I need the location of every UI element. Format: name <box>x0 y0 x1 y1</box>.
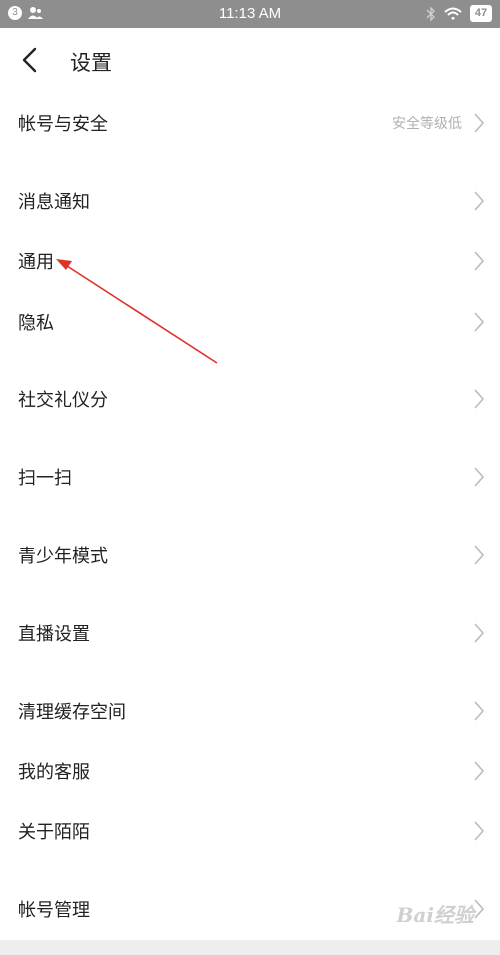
chevron-right-icon <box>474 623 485 643</box>
settings-item-teen-mode[interactable]: 青少年模式 <box>0 527 500 583</box>
settings-item-label: 隐私 <box>18 313 54 334</box>
settings-item-scan[interactable]: 扫一扫 <box>0 449 500 505</box>
battery-icon: 47 <box>470 5 492 22</box>
settings-item-account-security[interactable]: 帐号与安全 安全等级低 <box>0 95 500 151</box>
settings-item-label: 社交礼仪分 <box>18 390 108 411</box>
page-title: 设置 <box>70 51 112 75</box>
status-bar: 3 11:13 AM 47 <box>0 0 500 28</box>
chevron-right-icon <box>474 251 485 271</box>
settings-item-customer-service[interactable]: 我的客服 <box>0 743 500 799</box>
settings-item-label: 帐号与安全 <box>18 114 108 135</box>
settings-item-label: 通用 <box>18 252 54 273</box>
settings-item-label: 消息通知 <box>18 192 90 213</box>
chevron-right-icon <box>474 821 485 841</box>
settings-item-clear-cache[interactable]: 清理缓存空间 <box>0 683 500 739</box>
settings-item-notifications[interactable]: 消息通知 <box>0 173 500 229</box>
settings-item-about[interactable]: 关于陌陌 <box>0 803 500 859</box>
settings-item-label: 扫一扫 <box>18 468 72 489</box>
chevron-right-icon <box>474 761 485 781</box>
chevron-right-icon <box>474 191 485 211</box>
status-time: 11:13 AM <box>218 5 282 22</box>
wifi-icon <box>444 7 462 20</box>
settings-item-general[interactable]: 通用 <box>0 233 500 289</box>
settings-item-live-settings[interactable]: 直播设置 <box>0 605 500 661</box>
chevron-right-icon <box>474 545 485 565</box>
bluetooth-icon <box>426 5 435 22</box>
settings-item-label: 直播设置 <box>18 624 90 645</box>
settings-item-social-etiquette[interactable]: 社交礼仪分 <box>0 371 500 427</box>
settings-item-label: 清理缓存空间 <box>18 702 126 723</box>
back-arrow-icon[interactable] <box>14 44 46 76</box>
security-level-value: 安全等级低 <box>392 116 462 132</box>
settings-item-label: 关于陌陌 <box>18 822 90 843</box>
chevron-right-icon <box>474 899 485 919</box>
settings-item-label: 青少年模式 <box>18 546 108 567</box>
watermark: Bai经验 <box>396 903 474 927</box>
header: 设置 <box>0 28 500 92</box>
chevron-right-icon <box>474 701 485 721</box>
chevron-right-icon <box>474 467 485 487</box>
chevron-right-icon <box>474 113 485 133</box>
chevron-right-icon <box>474 312 485 332</box>
settings-item-label: 帐号管理 <box>18 900 90 921</box>
status-right: 47 <box>426 5 492 22</box>
bottom-strip <box>0 940 500 955</box>
settings-item-privacy[interactable]: 隐私 <box>0 294 500 350</box>
chevron-right-icon <box>474 389 485 409</box>
settings-item-label: 我的客服 <box>18 762 90 783</box>
